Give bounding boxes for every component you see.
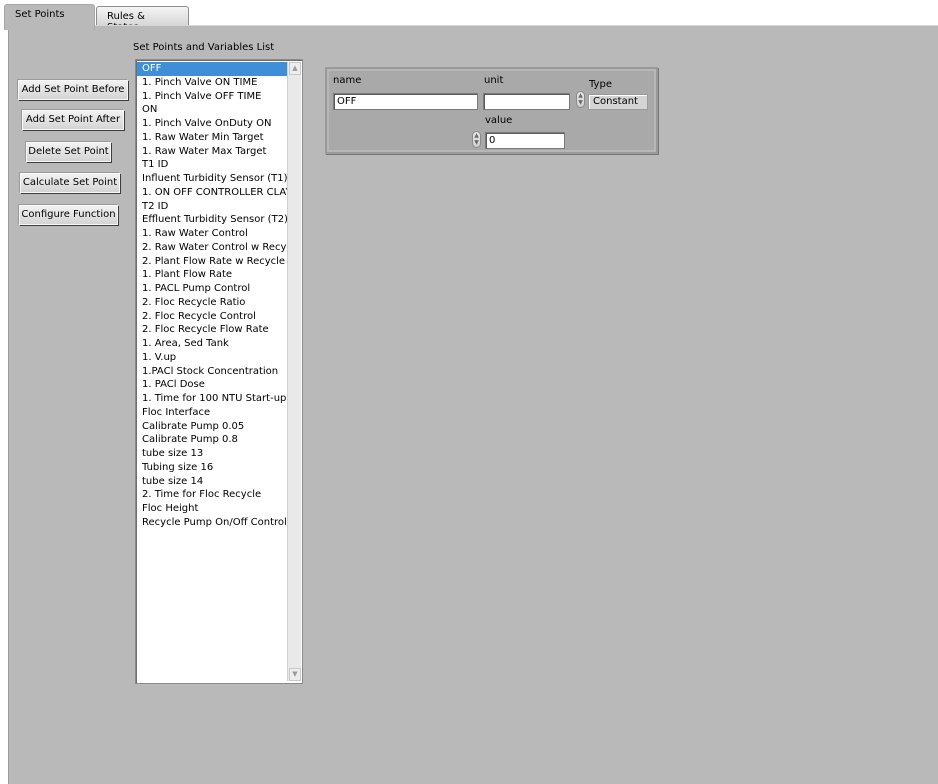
value-field[interactable]: 0 (485, 132, 565, 149)
list-item[interactable]: Floc Interface (137, 406, 287, 420)
list-item[interactable]: Recycle Pump On/Off Control (137, 516, 287, 530)
value-label: value (485, 115, 513, 126)
tab-set-points[interactable]: Set Points (4, 4, 95, 30)
list-item[interactable]: 1. Raw Water Control (137, 227, 287, 241)
list-item[interactable]: 1. Area, Sed Tank (137, 337, 287, 351)
list-item[interactable]: 2. Time for Floc Recycle (137, 488, 287, 502)
value-spinner-icon[interactable]: ▲ ▼ (472, 131, 481, 148)
set-points-listbox[interactable]: OFF 1. Pinch Valve ON TIME 1. Pinch Valve … (135, 59, 303, 684)
list-item[interactable]: 2. Floc Recycle Flow Rate (137, 323, 287, 337)
list-item[interactable]: 1. Raw Water Min Target (137, 131, 287, 145)
list-item[interactable]: 2. Plant Flow Rate w Recycle (137, 255, 287, 269)
unit-field[interactable] (483, 93, 570, 110)
list-item[interactable]: 2. Floc Recycle Ratio (137, 296, 287, 310)
list-item[interactable]: 1. Pinch Valve OnDuty ON (137, 117, 287, 131)
list-item[interactable]: 1. Pinch Valve ON TIME (137, 76, 287, 90)
list-item[interactable]: Influent Turbidity Sensor (T1) (137, 172, 287, 186)
calculate-set-point-button[interactable]: Calculate Set Point (20, 173, 120, 193)
type-spinner-icon[interactable]: ▲ ▼ (576, 91, 585, 108)
name-label: name (333, 75, 362, 86)
list-item[interactable]: 1. Plant Flow Rate (137, 268, 287, 282)
list-item[interactable]: Tubing size 16 (137, 461, 287, 475)
list-item[interactable]: Calibrate Pump 0.8 (137, 433, 287, 447)
list-item[interactable]: 1. PACL Pump Control (137, 282, 287, 296)
tab-label: Set Points (15, 9, 65, 20)
type-selector[interactable]: Constant (588, 94, 648, 110)
list-item[interactable]: ON (137, 103, 287, 117)
name-field[interactable]: OFF (333, 93, 478, 110)
list-item[interactable]: OFF (137, 62, 287, 76)
tab-rules-states[interactable]: Rules & States (96, 6, 189, 33)
list-item[interactable]: tube size 13 (137, 447, 287, 461)
scroll-up-arrow-icon[interactable]: ▲ (289, 62, 301, 75)
list-item[interactable]: 1. PACl Dose (137, 378, 287, 392)
list-item[interactable]: T1 ID (137, 158, 287, 172)
list-items: OFF 1. Pinch Valve ON TIME 1. Pinch Valve … (137, 62, 287, 530)
list-item[interactable]: Floc Height (137, 502, 287, 516)
list-item[interactable]: 2. Raw Water Control w Recyc (137, 241, 287, 255)
list-scrollbar[interactable]: ▲ ▼ (287, 62, 301, 681)
scroll-down-arrow-icon[interactable]: ▼ (289, 668, 301, 681)
list-item[interactable]: Effluent Turbidity Sensor (T2) (137, 213, 287, 227)
set-point-editor: name OFF unit Type ▲ ▼ Constant value ▲ ▼ … (325, 67, 658, 154)
list-item[interactable]: 2. Floc Recycle Control (137, 310, 287, 324)
list-item[interactable]: 1. ON OFF CONTROLLER CLAY (137, 186, 287, 200)
list-item[interactable]: 1. V.up (137, 351, 287, 365)
list-caption: Set Points and Variables List (133, 42, 275, 53)
list-item[interactable]: 1. Pinch Valve OFF TIME (137, 90, 287, 104)
list-item[interactable]: tube size 14 (137, 475, 287, 489)
type-label: Type (589, 79, 612, 90)
configure-function-button[interactable]: Configure Function (19, 205, 118, 225)
list-item[interactable]: 1. Time for 100 NTU Start-up (137, 392, 287, 406)
add-set-point-after-button[interactable]: Add Set Point After (22, 110, 124, 130)
unit-label: unit (484, 75, 504, 86)
add-set-point-before-button[interactable]: Add Set Point Before (18, 80, 128, 100)
list-item[interactable]: 1. Raw Water Max Target (137, 145, 287, 159)
list-item[interactable]: 1.PACl Stock Concentration (137, 365, 287, 379)
list-item[interactable]: T2 ID (137, 200, 287, 214)
delete-set-point-button[interactable]: Delete Set Point (26, 142, 111, 162)
list-item[interactable]: Calibrate Pump 0.05 (137, 420, 287, 434)
